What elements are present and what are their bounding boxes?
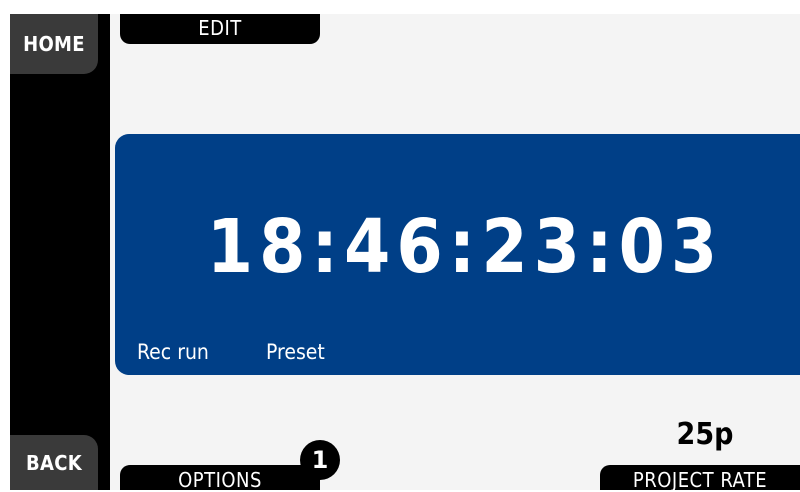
side-button-rail <box>10 14 110 490</box>
home-button[interactable]: HOME <box>10 14 98 74</box>
timecode-display: 18:46:23:03 <box>206 204 724 290</box>
timecode-panel: 18:46:23:03 Rec run Preset <box>115 134 800 375</box>
edit-button[interactable]: EDIT <box>120 14 320 44</box>
project-rate-button[interactable]: PROJECT RATE <box>600 465 800 492</box>
options-button[interactable]: OPTIONS <box>120 465 320 492</box>
back-button[interactable]: BACK <box>10 435 98 490</box>
callout-number-badge: 1 <box>300 440 340 480</box>
timecode-source-label: Preset <box>266 340 325 364</box>
project-rate-value: 25p <box>676 417 734 452</box>
timecode-mode-label: Rec run <box>137 340 209 364</box>
